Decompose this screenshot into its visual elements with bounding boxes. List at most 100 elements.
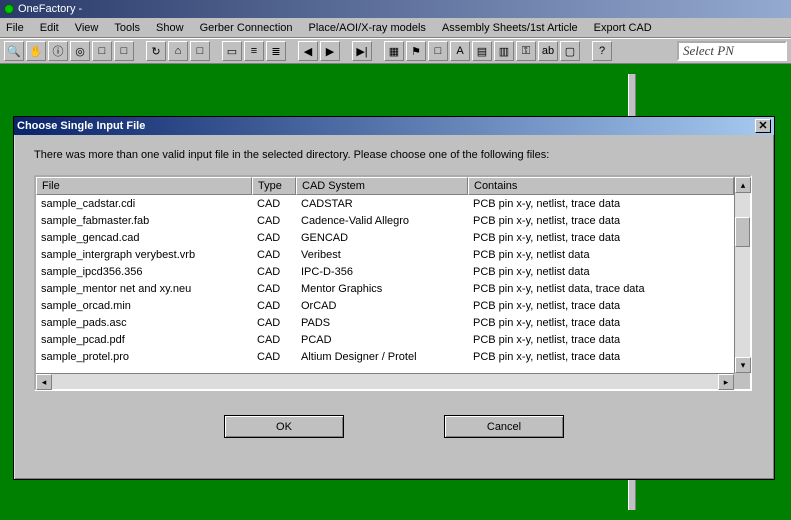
table-row[interactable]: sample_gencad.cadCADGENCADPCB pin x-y, n… <box>36 229 734 246</box>
vertical-scrollbar[interactable]: ▴ ▾ <box>734 177 750 373</box>
scroll-track[interactable] <box>735 193 750 357</box>
cell-cad: Cadence-Valid Allegro <box>296 215 468 227</box>
cell-contains: PCB pin x-y, netlist, trace data <box>468 232 734 244</box>
menu-item[interactable]: Assembly Sheets/1st Article <box>442 22 578 34</box>
app-titlebar: OneFactory - <box>0 0 791 18</box>
scrollbar-corner <box>734 373 750 389</box>
refresh-icon[interactable]: ↻ <box>146 41 166 61</box>
grid-icon[interactable]: ▤ <box>472 41 492 61</box>
table-row[interactable]: sample_pads.ascCADPADSPCB pin x-y, netli… <box>36 314 734 331</box>
hscroll-track[interactable] <box>52 374 718 389</box>
ok-button-label: OK <box>276 421 292 433</box>
cell-file: sample_pads.asc <box>36 317 252 329</box>
horizontal-scrollbar[interactable]: ◂ ▸ <box>36 373 734 389</box>
dialog-close-button[interactable]: ✕ <box>755 119 771 133</box>
blank-icon[interactable]: □ <box>190 41 210 61</box>
cell-file: sample_ipcd356.356 <box>36 266 252 278</box>
toolbar: 🔍✋ⓘ◎□□↻⌂□▭≡≣◀▶▶|▦⚑□A▤▥⚿ab▢? Select PN <box>0 38 791 64</box>
dialog-message: There was more than one valid input file… <box>34 149 754 161</box>
cell-cad: Altium Designer / Protel <box>296 351 468 363</box>
column-header-cad-system[interactable]: CAD System <box>296 177 468 195</box>
tool-b-icon[interactable]: ≣ <box>266 41 286 61</box>
cell-file: sample_protel.pro <box>36 351 252 363</box>
cell-cad: PADS <box>296 317 468 329</box>
prev-icon[interactable]: ◀ <box>298 41 318 61</box>
menu-item[interactable]: Tools <box>114 22 140 34</box>
table-row[interactable]: sample_fabmaster.fabCADCadence-Valid All… <box>36 212 734 229</box>
cell-contains: PCB pin x-y, netlist, trace data <box>468 317 734 329</box>
cell-cad: GENCAD <box>296 232 468 244</box>
help-icon[interactable]: ? <box>592 41 612 61</box>
close-icon: ✕ <box>758 121 767 132</box>
cell-contains: PCB pin x-y, netlist data <box>468 266 734 278</box>
blank-icon[interactable]: □ <box>92 41 112 61</box>
menu-item[interactable]: File <box>6 22 24 34</box>
next-icon[interactable]: ▶ <box>320 41 340 61</box>
cancel-button-label: Cancel <box>487 421 521 433</box>
cell-contains: PCB pin x-y, netlist, trace data <box>468 300 734 312</box>
info-icon[interactable]: ⓘ <box>48 41 68 61</box>
step-icon[interactable]: ▶| <box>352 41 372 61</box>
cell-file: sample_pcad.pdf <box>36 334 252 346</box>
tool-a-icon[interactable]: ≡ <box>244 41 264 61</box>
ok-button[interactable]: OK <box>224 415 344 438</box>
home-icon[interactable]: ⌂ <box>168 41 188 61</box>
menubar: File Edit View Tools Show Gerber Connection Pl… <box>0 18 791 38</box>
column-header-contains[interactable]: Contains <box>468 177 734 195</box>
cell-contains: PCB pin x-y, netlist, trace data <box>468 215 734 227</box>
menu-item[interactable]: View <box>75 22 99 34</box>
cell-type: CAD <box>252 249 296 261</box>
blank-icon[interactable]: □ <box>114 41 134 61</box>
menu-item[interactable]: Export CAD <box>594 22 652 34</box>
cell-type: CAD <box>252 334 296 346</box>
table-row[interactable]: sample_orcad.minCADOrCADPCB pin x-y, net… <box>36 297 734 314</box>
table-row[interactable]: sample_pcad.pdfCADPCADPCB pin x-y, netli… <box>36 331 734 348</box>
cell-contains: PCB pin x-y, netlist, trace data <box>468 198 734 210</box>
scroll-thumb[interactable] <box>735 217 750 247</box>
cell-type: CAD <box>252 198 296 210</box>
hand-icon[interactable]: ✋ <box>26 41 46 61</box>
file-listview[interactable]: File Type CAD System Contains sample_cad… <box>34 175 752 391</box>
target-icon[interactable]: ◎ <box>70 41 90 61</box>
scroll-left-icon[interactable]: ◂ <box>36 374 52 390</box>
menu-item[interactable]: Edit <box>40 22 59 34</box>
listview-header: File Type CAD System Contains <box>36 177 734 195</box>
layers-icon[interactable]: ▦ <box>384 41 404 61</box>
rect-icon[interactable]: ▭ <box>222 41 242 61</box>
flag-icon[interactable]: ⚑ <box>406 41 426 61</box>
app-status-dot <box>4 4 14 14</box>
choose-file-dialog: Choose Single Input File ✕ There was mor… <box>13 116 775 480</box>
column-header-type[interactable]: Type <box>252 177 296 195</box>
cell-file: sample_cadstar.cdi <box>36 198 252 210</box>
cell-type: CAD <box>252 351 296 363</box>
magnifier-icon[interactable]: 🔍 <box>4 41 24 61</box>
menu-item[interactable]: Place/AOI/X-ray models <box>309 22 426 34</box>
color-icon[interactable]: ▢ <box>560 41 580 61</box>
cell-contains: PCB pin x-y, netlist, trace data <box>468 334 734 346</box>
menu-item[interactable]: Show <box>156 22 184 34</box>
select-pn-field[interactable]: Select PN <box>677 41 787 61</box>
scroll-down-icon[interactable]: ▾ <box>735 357 751 373</box>
column-header-file[interactable]: File <box>36 177 252 195</box>
key-icon[interactable]: ⚿ <box>516 41 536 61</box>
app-title: OneFactory - <box>18 3 82 15</box>
menu-item[interactable]: Gerber Connection <box>200 22 293 34</box>
table-row[interactable]: sample_mentor net and xy.neuCADMentor Gr… <box>36 280 734 297</box>
blank-icon[interactable]: □ <box>428 41 448 61</box>
dialog-titlebar: Choose Single Input File ✕ <box>14 117 774 135</box>
table-row[interactable]: sample_intergraph verybest.vrbCADVeribes… <box>36 246 734 263</box>
table-row[interactable]: sample_protel.proCADAltium Designer / Pr… <box>36 348 734 365</box>
table-row[interactable]: sample_cadstar.cdiCADCADSTARPCB pin x-y,… <box>36 195 734 212</box>
table-icon[interactable]: ▥ <box>494 41 514 61</box>
text-icon[interactable]: ab <box>538 41 558 61</box>
table-row[interactable]: sample_ipcd356.356CADIPC-D-356PCB pin x-… <box>36 263 734 280</box>
scroll-right-icon[interactable]: ▸ <box>718 374 734 390</box>
align-icon[interactable]: A <box>450 41 470 61</box>
cell-cad: IPC-D-356 <box>296 266 468 278</box>
scroll-up-icon[interactable]: ▴ <box>735 177 751 193</box>
cell-contains: PCB pin x-y, netlist, trace data <box>468 351 734 363</box>
cell-cad: PCAD <box>296 334 468 346</box>
cell-cad: CADSTAR <box>296 198 468 210</box>
cancel-button[interactable]: Cancel <box>444 415 564 438</box>
cell-type: CAD <box>252 215 296 227</box>
